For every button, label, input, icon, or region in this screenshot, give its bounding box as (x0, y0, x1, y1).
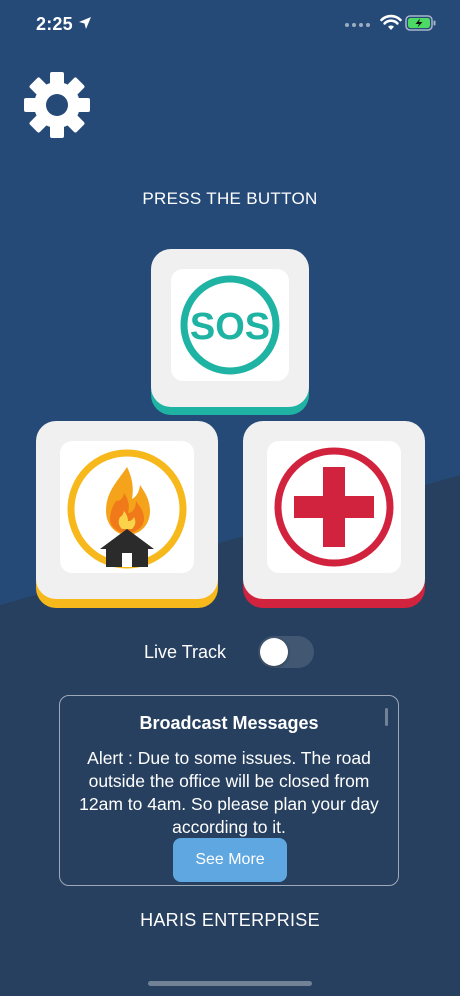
live-track-row: Live Track (0, 634, 460, 670)
broadcast-card: Broadcast Messages Alert : Due to some i… (59, 695, 399, 886)
see-more-button[interactable]: See More (173, 838, 287, 882)
house-fire-icon (67, 449, 187, 569)
home-indicator[interactable] (148, 981, 312, 986)
location-arrow-icon (79, 17, 91, 29)
wifi-icon (380, 14, 402, 30)
fire-icon-frame (60, 441, 194, 573)
sos-icon: SOS (180, 275, 280, 375)
status-time: 2:25 (36, 14, 73, 34)
battery-icon (405, 15, 436, 31)
medical-icon-frame (267, 441, 401, 573)
gear-icon (24, 72, 90, 138)
signal-dots-icon (345, 23, 370, 27)
sos-text: SOS (190, 306, 270, 348)
instruction-label: PRESS THE BUTTON (142, 189, 318, 208)
medical-button[interactable] (243, 421, 425, 599)
medical-cross-icon (274, 447, 394, 567)
sos-button[interactable]: SOS (151, 249, 309, 407)
live-track-toggle[interactable] (258, 636, 314, 668)
broadcast-message: Alert : Due to some issues. The road out… (79, 748, 379, 837)
settings-button[interactable] (22, 70, 92, 140)
status-bar: 2:25 (0, 0, 460, 50)
toggle-knob (260, 638, 288, 666)
live-track-label: Live Track (144, 642, 227, 662)
sos-icon-frame: SOS (171, 269, 289, 381)
broadcast-title: Broadcast Messages (139, 713, 319, 733)
fire-button[interactable] (36, 421, 218, 599)
company-name: HARIS ENTERPRISE (140, 910, 320, 930)
